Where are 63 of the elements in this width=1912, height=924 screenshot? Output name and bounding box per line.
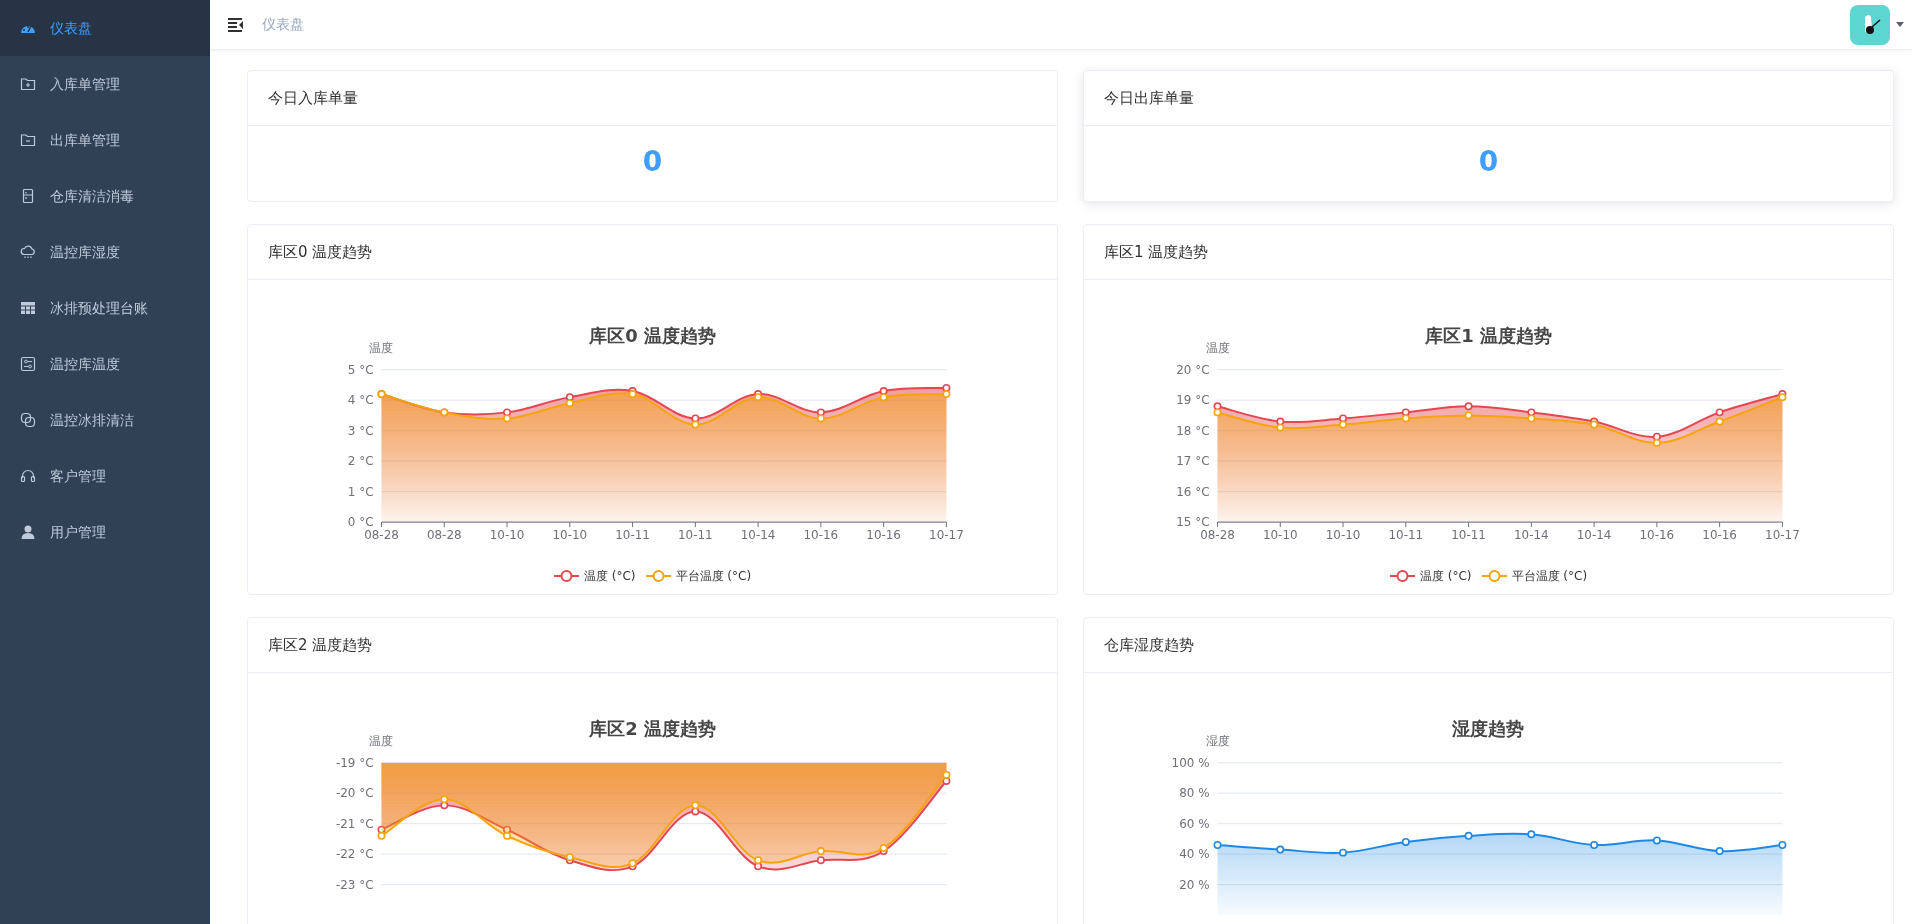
axis-tick-label: 10-16 bbox=[1639, 528, 1675, 543]
card-title: 今日出库单量 bbox=[1084, 71, 1893, 126]
axis-tick-label: 10-16 bbox=[866, 528, 901, 543]
axis-tick-label: -20 °C bbox=[335, 786, 374, 801]
axis-tick-label: 17 °C bbox=[1176, 454, 1210, 469]
axis-tick-label: 20 % bbox=[1179, 877, 1210, 892]
legend-label: 温度 (°C) bbox=[583, 568, 636, 585]
card-title: 库区0 温度趋势 bbox=[248, 225, 1057, 280]
axis-tick-label: 2 °C bbox=[347, 454, 374, 469]
axis-title: 温度 bbox=[369, 340, 394, 355]
axis-tick-label: 10-11 bbox=[1451, 528, 1486, 543]
axis-tick-label: 10-17 bbox=[1765, 528, 1800, 543]
axis-tick-label: 10-17 bbox=[929, 528, 964, 543]
axis-tick-label: 08-28 bbox=[364, 528, 399, 543]
axis-tick-label: 10-14 bbox=[740, 528, 776, 543]
axis-tick-label: 20 °C bbox=[1176, 362, 1210, 377]
axis-tick-label: 10-10 bbox=[489, 528, 525, 543]
legend-label: 平台温度 (°C) bbox=[675, 568, 752, 585]
chart-title: 库区2 温度趋势 bbox=[589, 717, 716, 739]
card-title: 今日入库单量 bbox=[248, 71, 1057, 126]
axis-tick-label: 10-16 bbox=[803, 528, 839, 543]
axis-tick-label: 10-10 bbox=[1325, 528, 1361, 543]
axis-tick-label: -23 °C bbox=[335, 877, 374, 892]
axis-tick-label: 0 °C bbox=[347, 515, 374, 530]
card-title: 库区1 温度趋势 bbox=[1084, 225, 1893, 280]
axis-tick-label: 4 °C bbox=[347, 393, 374, 408]
axis-tick-label: 08-28 bbox=[1200, 528, 1235, 543]
axis-title: 温度 bbox=[369, 733, 394, 748]
axis-title: 温度 bbox=[1205, 340, 1230, 355]
axis-tick-label: -22 °C bbox=[335, 847, 374, 862]
breadcrumb: 仪表盘 bbox=[262, 15, 304, 34]
axis-tick-label: 10-11 bbox=[678, 528, 713, 543]
axis-tick-label: 3 °C bbox=[347, 423, 374, 438]
axis-tick-label: 15 °C bbox=[1176, 515, 1210, 530]
axis-title: 湿度 bbox=[1205, 733, 1230, 748]
axis-tick-label: 16 °C bbox=[1176, 484, 1210, 499]
axis-tick-label: 10-11 bbox=[615, 528, 650, 543]
axis-tick-label: 10-14 bbox=[1576, 528, 1612, 543]
axis-tick-label: 18 °C bbox=[1176, 423, 1210, 438]
axis-tick-label: -21 °C bbox=[335, 816, 374, 831]
axis-tick-label: -19 °C bbox=[335, 755, 374, 770]
legend-label: 平台温度 (°C) bbox=[1511, 568, 1588, 585]
stat-value: 0 bbox=[641, 144, 664, 180]
axis-tick-label: 5 °C bbox=[347, 362, 374, 377]
axis-tick-label: 19 °C bbox=[1176, 393, 1210, 408]
card-title: 库区2 温度趋势 bbox=[248, 618, 1057, 673]
axis-tick-label: 1 °C bbox=[347, 484, 374, 499]
axis-tick-label: 100 % bbox=[1171, 755, 1210, 770]
legend-label: 温度 (°C) bbox=[1419, 568, 1472, 585]
axis-tick-label: 10-14 bbox=[1514, 528, 1549, 543]
axis-tick-label: 60 % bbox=[1179, 816, 1210, 831]
card-title: 仓库湿度趋势 bbox=[1084, 618, 1893, 673]
axis-tick-label: 10-16 bbox=[1702, 528, 1737, 543]
axis-tick-label: 10-11 bbox=[1388, 528, 1424, 543]
chart-title: 湿度趋势 bbox=[1452, 717, 1525, 739]
axis-tick-label: 80 % bbox=[1179, 786, 1210, 801]
axis-tick-label: 10-10 bbox=[1262, 528, 1298, 543]
axis-tick-label: 40 % bbox=[1179, 847, 1210, 862]
axis-tick-label: 08-28 bbox=[426, 528, 462, 543]
chart-title: 库区1 温度趋势 bbox=[1425, 324, 1552, 346]
stat-value: 0 bbox=[1477, 144, 1500, 180]
axis-tick-label: 10-10 bbox=[552, 528, 588, 543]
chart-title: 库区0 温度趋势 bbox=[589, 324, 716, 346]
